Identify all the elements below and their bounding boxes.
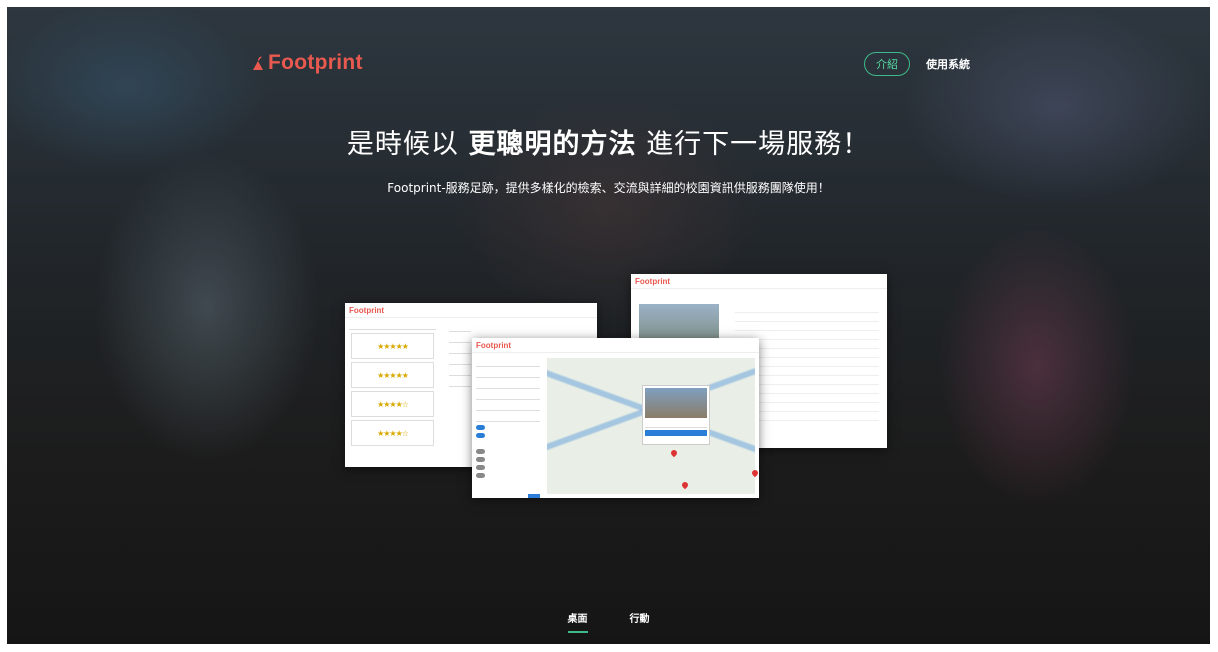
hero-subtitle: Footprint-服務足跡，提供多樣化的檢索、交流與詳細的校園資訊供服務團隊使… <box>387 181 830 195</box>
footprint-logo-icon <box>253 56 263 70</box>
search-submit-button <box>528 494 540 498</box>
toggle-icon <box>476 425 485 430</box>
headline-emphasis: 更聰明的方法 <box>468 129 637 160</box>
map-pin-icon <box>680 480 690 490</box>
headline-suffix: 進行下一場服務！ <box>636 129 871 160</box>
headline-prefix: 是時候以 <box>346 129 469 160</box>
tab-desktop[interactable]: 桌面 <box>567 610 588 633</box>
mini-brand-name: Footprint <box>349 305 385 315</box>
mini-brand-name: Footprint <box>476 340 512 350</box>
rating-card: ★★★★★ <box>351 333 434 359</box>
star-icons: ★★★★★ <box>377 370 409 380</box>
map-view <box>547 358 759 494</box>
ratings-column: ★★★★★ ★★★★★ ★★★★☆ ★★★★☆ <box>345 319 440 449</box>
brand-logo[interactable]: Footprint <box>250 51 363 75</box>
toggle-icon <box>476 433 485 438</box>
toggle-icon <box>476 457 485 462</box>
tab-mobile[interactable]: 行動 <box>630 610 650 633</box>
ratings-select <box>349 322 436 330</box>
filter-toggles <box>476 425 540 479</box>
rating-card: ★★★★★ <box>351 362 434 388</box>
map-pin-icon <box>669 448 679 458</box>
platform-tabs: 桌面 行動 <box>7 610 1210 633</box>
toggle-icon <box>476 449 485 454</box>
star-icons: ★★★★☆ <box>377 428 409 438</box>
popup-photo <box>645 388 707 418</box>
toggle-icon <box>476 465 485 470</box>
use-system-link[interactable]: 使用系統 <box>926 56 970 72</box>
school-popup <box>642 385 710 445</box>
hero-background: Footprint 介紹 使用系統 是時候以 更聰明的方法 進行下一場服務！ F… <box>7 7 1210 644</box>
search-panel <box>472 356 544 498</box>
popup-button <box>645 430 707 436</box>
brand-name: Footprint <box>268 51 363 74</box>
background-overlay <box>7 7 1210 644</box>
rating-card: ★★★★☆ <box>351 420 434 446</box>
screenshot-header: Footprint <box>345 303 597 318</box>
top-navigation: Footprint 介紹 使用系統 <box>7 7 1210 76</box>
mini-brand-name: Footprint <box>635 276 671 286</box>
intro-button[interactable]: 介紹 <box>864 52 910 76</box>
screenshot-header: Footprint <box>631 274 887 289</box>
detail-column <box>445 321 475 390</box>
star-icons: ★★★★★ <box>377 341 409 351</box>
nav-links: 介紹 使用系統 <box>864 52 970 76</box>
hero-headline: 是時候以 更聰明的方法 進行下一場服務！ <box>7 122 1210 161</box>
star-icons: ★★★★☆ <box>377 399 409 409</box>
screenshot-map-search: Footprint <box>472 338 759 498</box>
map-pin-icon <box>750 468 759 478</box>
rating-card: ★★★★☆ <box>351 391 434 417</box>
toggle-icon <box>476 473 485 478</box>
screenshot-header: Footprint <box>472 338 759 353</box>
